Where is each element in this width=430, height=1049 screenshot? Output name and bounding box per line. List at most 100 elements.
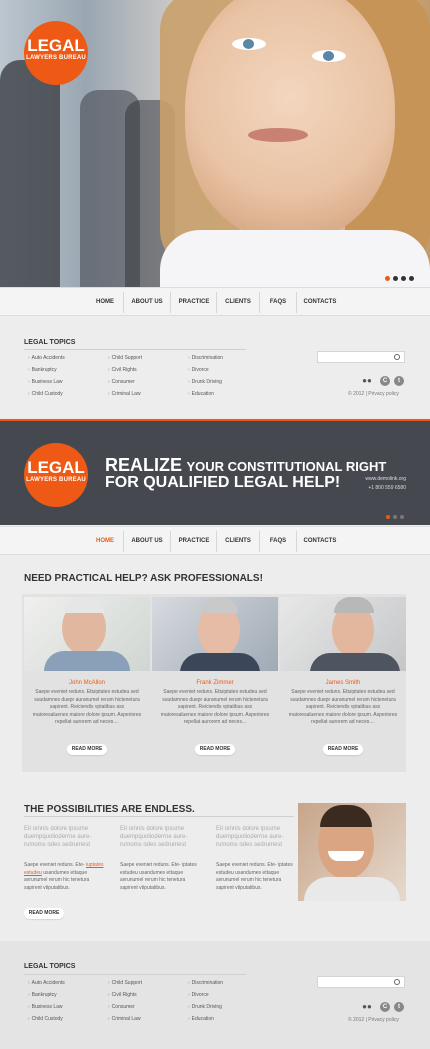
topic-link[interactable]: Divorce — [188, 367, 268, 379]
topics-col-2: Child Support Civil Rights Consumer Crim… — [108, 980, 188, 1028]
search-icon[interactable] — [394, 354, 400, 360]
banner-slogan-line-2: FOR QUALIFIED LEGAL HELP! — [105, 474, 341, 491]
topic-link[interactable]: Consumer — [108, 379, 188, 391]
topic-link[interactable]: Civil Rights — [108, 992, 188, 1004]
nav-contacts[interactable]: CONTACTS — [298, 527, 342, 556]
logo-title: LEGAL — [27, 458, 85, 477]
logo[interactable]: LEGAL LAWYERS BUREAU — [24, 443, 88, 507]
nav-clients[interactable]: CLIENTS — [218, 288, 258, 317]
slider-dot[interactable] — [409, 276, 414, 281]
topic-link[interactable]: Education — [188, 1016, 268, 1028]
nav-home[interactable]: HOME — [88, 527, 122, 556]
topic-link[interactable]: Drunk Driving — [188, 1004, 268, 1016]
person-name[interactable]: John McAllon — [24, 680, 150, 686]
nav-faqs[interactable]: FAQS — [261, 288, 295, 317]
twitter-icon[interactable]: t — [394, 1002, 404, 1012]
photo-james-smith — [280, 597, 406, 671]
topic-link[interactable]: Business Law — [28, 1004, 108, 1016]
photo-smiling-man — [298, 803, 406, 901]
topic-link[interactable]: Child Custody — [28, 1016, 108, 1028]
search-input[interactable] — [317, 351, 405, 363]
copyright: © 2012 | Privacy policy — [348, 391, 399, 397]
slider-dot[interactable] — [400, 515, 404, 519]
topic-link[interactable]: Bankruptcy — [28, 992, 108, 1004]
person-name[interactable]: Frank Zimmer — [152, 680, 278, 686]
topic-link[interactable]: Bankruptcy — [28, 367, 108, 379]
topic-link[interactable]: Civil Rights — [108, 367, 188, 379]
nav-home[interactable]: HOME — [88, 288, 122, 317]
hero-eye — [232, 38, 266, 50]
topics-title: LEGAL TOPICS — [24, 963, 76, 970]
possibilities-col-intro: Eit omnis dolore ipsume duempquolioderrn… — [216, 826, 284, 848]
possibilities-col-text: Saepe eveniet reduns. Ete- iuptates estu… — [24, 862, 104, 891]
share-icon[interactable]: C — [380, 376, 390, 386]
topics-divider — [24, 974, 246, 975]
logo-tagline: LAWYERS BUREAU — [26, 477, 86, 483]
topic-link[interactable]: Discrimination — [188, 980, 268, 992]
search-icon[interactable] — [394, 979, 400, 985]
slider-dot[interactable] — [386, 515, 390, 519]
topic-link[interactable]: Child Support — [108, 355, 188, 367]
search-input[interactable] — [317, 976, 405, 988]
topic-link[interactable]: Discrimination — [188, 355, 268, 367]
possibilities-divider — [24, 816, 294, 817]
topic-link[interactable]: Auto Accidents — [28, 980, 108, 992]
read-more-button[interactable]: READ MORE — [323, 744, 363, 755]
topics-col-3: Discrimination Divorce Drunk Driving Edu… — [188, 980, 268, 1028]
read-more-button[interactable]: READ MORE — [67, 744, 107, 755]
nav-clients[interactable]: CLIENTS — [218, 527, 258, 556]
logo-title: LEGAL — [27, 36, 85, 55]
topic-link[interactable]: Education — [188, 391, 268, 403]
photo-frank-zimmer — [152, 597, 278, 671]
slogan-rest: YOUR CONSTITUTIONAL RIGHT — [186, 459, 387, 474]
nav-practice[interactable]: PRACTICE — [172, 288, 216, 317]
slider-dot[interactable] — [393, 515, 397, 519]
topic-link[interactable]: Auto Accidents — [28, 355, 108, 367]
topics-col-3: Discrimination Divorce Drunk Driving Edu… — [188, 355, 268, 403]
topic-link[interactable]: Drunk Driving — [188, 379, 268, 391]
person-name[interactable]: James Smith — [280, 680, 406, 686]
person-bio: Saepe eveniet reduns. Etiuiptates estude… — [288, 689, 398, 725]
read-more-button[interactable]: READ MORE — [195, 744, 235, 755]
topic-link[interactable]: Child Custody — [28, 391, 108, 403]
topics-col-1: Auto Accidents Bankruptcy Business Law C… — [28, 980, 108, 1028]
main-nav-2: HOME ABOUT US PRACTICE CLIENTS FAQS CONT… — [0, 526, 430, 555]
main-nav: HOME ABOUT US PRACTICE CLIENTS FAQS CONT… — [0, 287, 430, 316]
possibilities-col-text: Saepe eveniet reduns. Ete- iptates estud… — [120, 862, 197, 891]
hero-eye — [312, 50, 346, 62]
slider-dot[interactable] — [401, 276, 406, 281]
topics-col-1: Auto Accidents Bankruptcy Business Law C… — [28, 355, 108, 403]
slider-dot[interactable] — [393, 276, 398, 281]
banner-site[interactable]: www.demolink.org — [320, 476, 406, 482]
flickr-icon[interactable]: ●● — [362, 1002, 372, 1012]
slider-dot[interactable] — [385, 276, 390, 281]
nav-faqs[interactable]: FAQS — [261, 527, 295, 556]
nav-about-us[interactable]: ABOUT US — [126, 288, 168, 317]
person-bio: Saepe eveniet reduns. Etiuiptates estude… — [32, 689, 142, 725]
topic-link[interactable]: Business Law — [28, 379, 108, 391]
topic-link[interactable]: Divorce — [188, 992, 268, 1004]
possibilities-col-intro: Eit omnis dolore ipsume duempquolioderrn… — [120, 826, 188, 848]
topics-divider — [24, 349, 246, 350]
slogan-bold: REALIZE — [105, 455, 183, 475]
professionals-heading: NEED PRACTICAL HELP? ASK PROFESSIONALS! — [24, 573, 263, 584]
topic-link[interactable]: Criminal Law — [108, 391, 188, 403]
share-icon[interactable]: C — [380, 1002, 390, 1012]
copyright: © 2012 | Privacy policy — [348, 1017, 399, 1023]
hero-lips — [248, 128, 308, 142]
nav-contacts[interactable]: CONTACTS — [298, 288, 342, 317]
banner-pagination[interactable] — [386, 515, 404, 519]
slider-pagination[interactable] — [385, 276, 414, 281]
nav-about-us[interactable]: ABOUT US — [126, 527, 168, 556]
topic-link[interactable]: Child Support — [108, 980, 188, 992]
topics-col-2: Child Support Civil Rights Consumer Crim… — [108, 355, 188, 403]
background-person — [0, 60, 60, 287]
nav-practice[interactable]: PRACTICE — [172, 527, 216, 556]
topic-link[interactable]: Criminal Law — [108, 1016, 188, 1028]
flickr-icon[interactable]: ●● — [362, 376, 372, 386]
logo[interactable]: LEGAL LAWYERS BUREAU — [24, 21, 88, 85]
read-more-button[interactable]: READ MORE — [24, 908, 64, 919]
twitter-icon[interactable]: t — [394, 376, 404, 386]
hero-face — [185, 0, 395, 240]
topic-link[interactable]: Consumer — [108, 1004, 188, 1016]
